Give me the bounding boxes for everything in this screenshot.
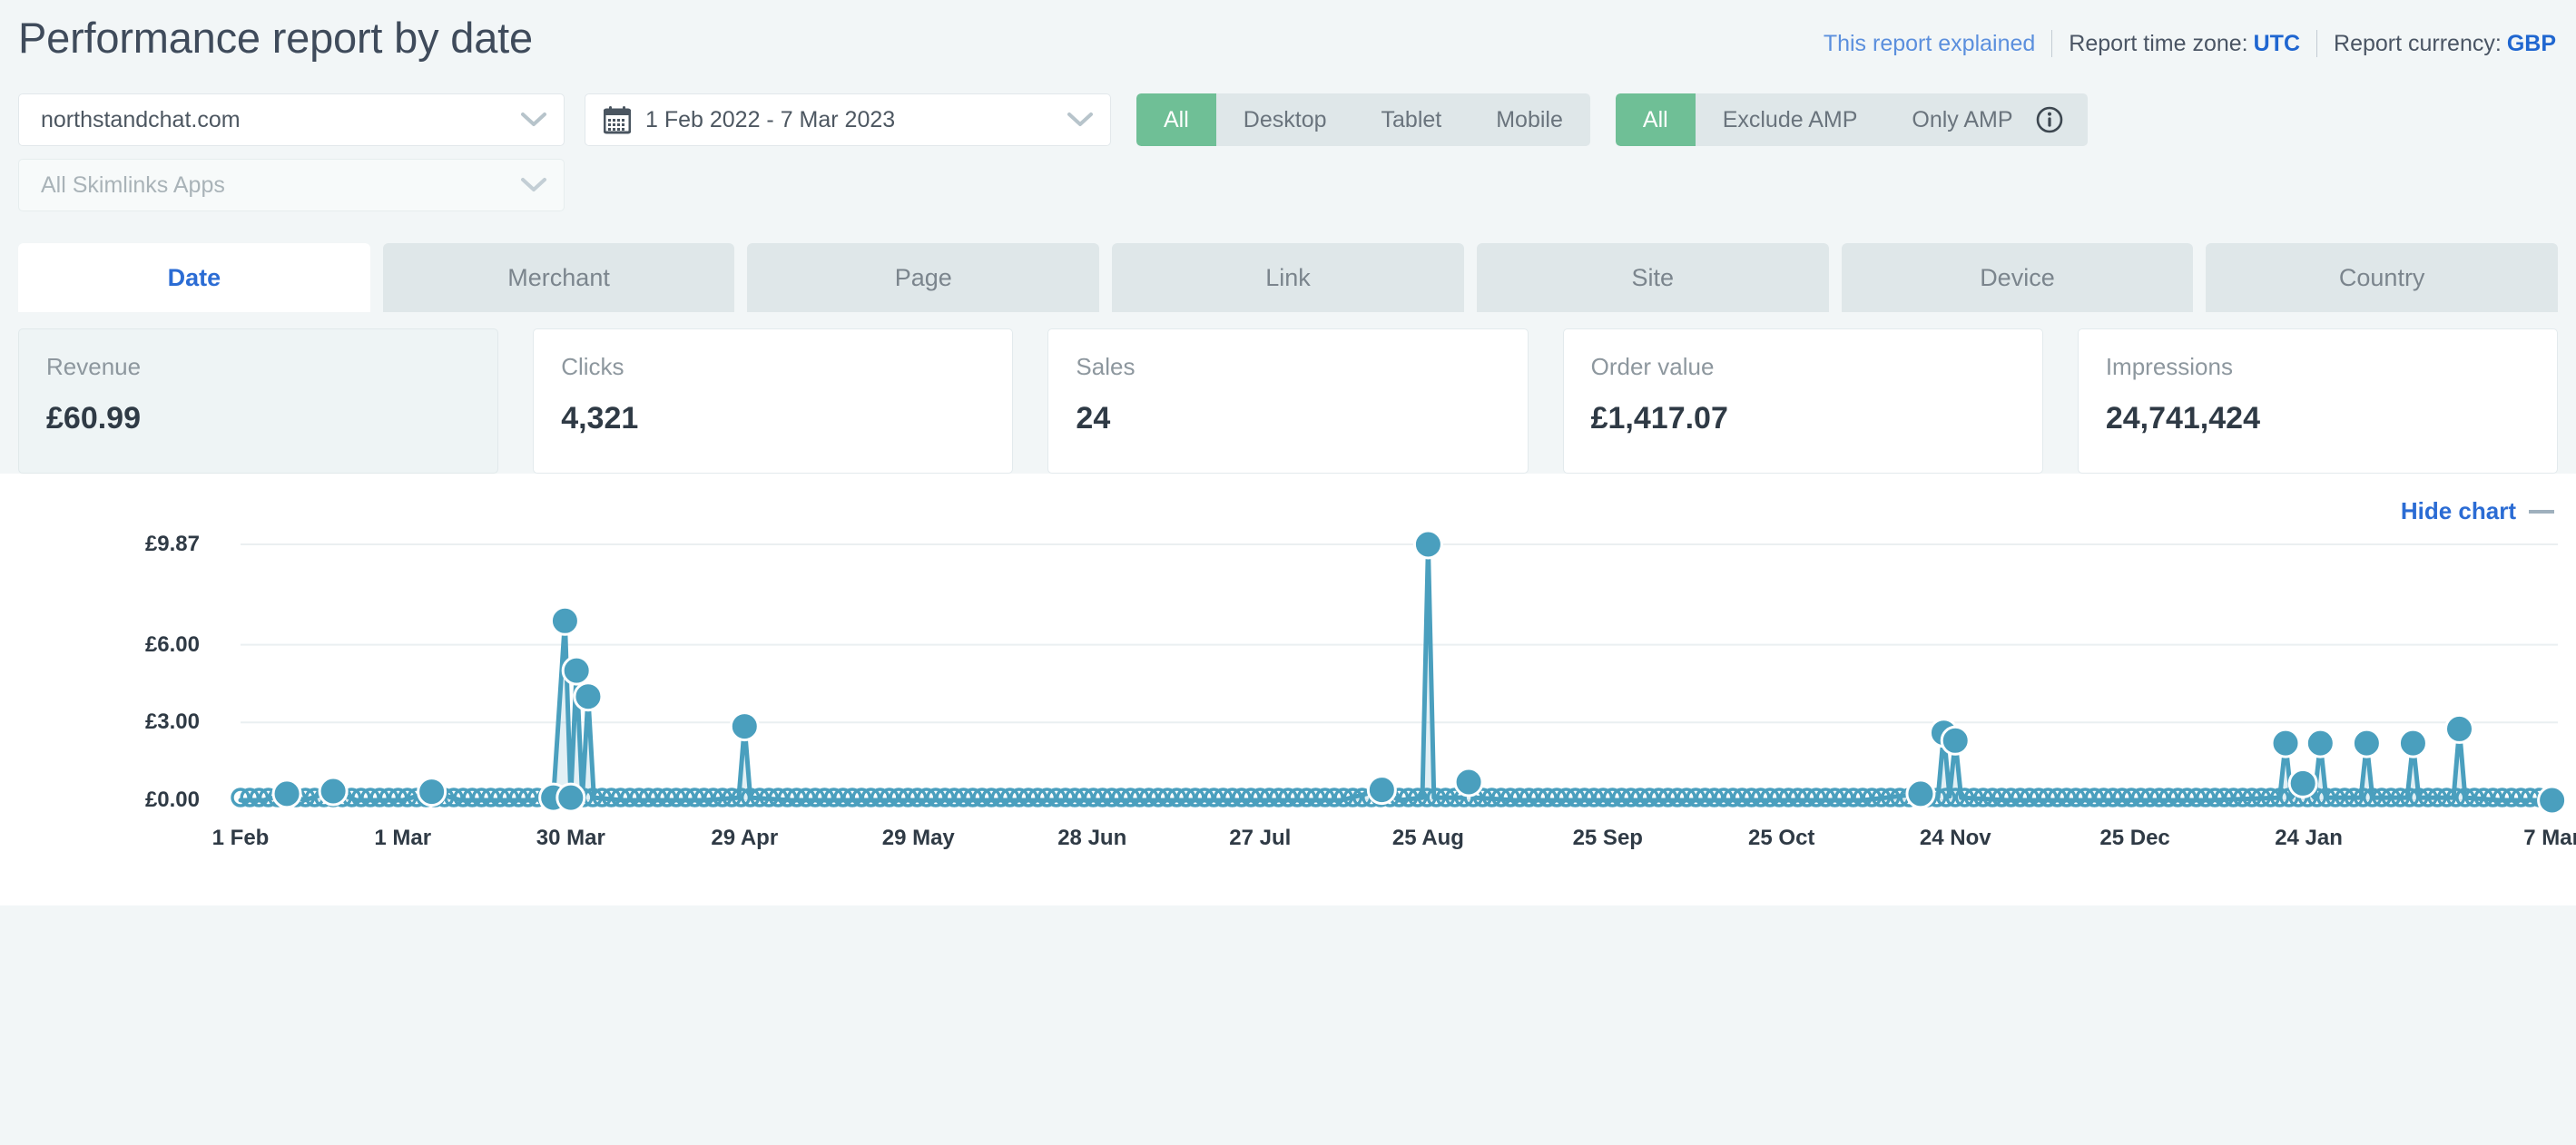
device-filter-tablet[interactable]: Tablet: [1354, 93, 1470, 146]
y-axis-tick-label: £6.00: [144, 631, 200, 657]
date-range-picker[interactable]: 1 Feb 2022 - 7 Mar 2023: [585, 93, 1111, 146]
device-filter-all[interactable]: All: [1136, 93, 1216, 146]
chevron-down-icon: [1067, 112, 1094, 128]
site-select-value: northstandchat.com: [41, 106, 241, 132]
skimlinks-apps-value: All Skimlinks Apps: [41, 171, 225, 198]
metric-value: £1,417.07: [1590, 401, 1728, 435]
x-axis-tick-label: 1 Feb: [211, 826, 270, 850]
info-icon[interactable]: [2035, 105, 2064, 134]
tab-date[interactable]: Date: [18, 243, 370, 312]
chevron-down-icon: [520, 177, 547, 193]
tab-device[interactable]: Device: [1841, 243, 2194, 312]
date-range-value: 1 Feb 2022 - 7 Mar 2023: [645, 106, 896, 132]
amp-filter-group: All Exclude AMP Only AMP: [1615, 93, 2088, 146]
report-time-zone-label: Report time zone:: [2069, 30, 2248, 56]
tab-site[interactable]: Site: [1476, 243, 1829, 312]
amp-info-wrapper[interactable]: [2020, 93, 2088, 146]
divider: [2051, 30, 2053, 57]
y-axis-tick-label: £9.87: [144, 532, 200, 556]
metric-label: Impressions: [2105, 353, 2233, 380]
x-axis-tick-label: 27 Jul: [1229, 826, 1292, 850]
metric-label: Revenue: [46, 353, 142, 380]
device-filter-group: All Desktop Tablet Mobile: [1136, 93, 1590, 146]
metric-value: 4,321: [561, 401, 639, 435]
tab-link[interactable]: Link: [1112, 243, 1464, 312]
page-title: Performance report by date: [18, 14, 533, 62]
filter-row-primary: northstandchat.com 1 Feb 2022 - 7 Mar 20…: [18, 87, 2558, 152]
device-filter-desktop[interactable]: Desktop: [1216, 93, 1354, 146]
skimlinks-apps-select[interactable]: All Skimlinks Apps: [18, 159, 565, 211]
x-axis-tick-label: 24 Nov: [1919, 826, 1991, 850]
metric-label: Sales: [1076, 353, 1136, 380]
revenue-chart[interactable]: £0.00 £3.00 £6.00 £9.87 1 Feb 1 Mar 30 Mar 29 …: [0, 528, 2576, 855]
x-axis-tick-label: 1 Mar: [374, 826, 432, 850]
metric-label: Order value: [1590, 353, 1715, 380]
metric-card-order-value[interactable]: Order value £1,417.07: [1562, 328, 2043, 474]
x-axis-tick-label: 7 Mar: [2523, 826, 2576, 850]
amp-filter-only[interactable]: Only AMP: [1884, 93, 2020, 146]
x-axis-tick-label: 28 Jun: [1057, 826, 1127, 850]
metric-card-impressions[interactable]: Impressions 24,741,424: [2077, 328, 2559, 474]
hide-chart-toggle[interactable]: Hide chart: [2401, 497, 2554, 525]
report-tabs: Date Merchant Page Link Site Device Coun…: [0, 243, 2576, 312]
amp-filter-exclude[interactable]: Exclude AMP: [1696, 93, 1885, 146]
metric-value: 24,741,424: [2105, 401, 2260, 435]
filter-row-secondary: All Skimlinks Apps: [18, 152, 2558, 218]
x-axis-tick-label: 29 May: [881, 826, 955, 850]
metric-cards: Revenue £60.99 Clicks 4,321 Sales 24 Ord…: [0, 328, 2576, 474]
divider: [2316, 30, 2318, 57]
hide-chart-label: Hide chart: [2400, 497, 2516, 524]
chart-section: Hide chart £0.00 £3.00 £6.00 £9.87 1 Feb 1 M…: [0, 474, 2576, 905]
x-axis-tick-label: 25 Sep: [1572, 826, 1643, 850]
report-time-zone: Report time zone: UTC: [2069, 31, 2300, 57]
this-report-explained-link[interactable]: This report explained: [1824, 31, 2035, 57]
metric-value: 24: [1076, 401, 1111, 435]
x-axis-tick-label: 25 Dec: [2099, 826, 2170, 850]
report-time-zone-value[interactable]: UTC: [2254, 31, 2300, 57]
metric-card-clicks[interactable]: Clicks 4,321: [533, 328, 1014, 474]
minus-icon: [2529, 509, 2554, 514]
chevron-down-icon: [520, 112, 547, 128]
site-select[interactable]: northstandchat.com: [18, 93, 565, 146]
chart-x-axis: 1 Feb 1 Mar 30 Mar 29 Apr 29 May 28 Jun 27 Jul…: [0, 807, 2576, 855]
x-axis-tick-label: 25 Oct: [1748, 826, 1815, 850]
device-filter-mobile[interactable]: Mobile: [1469, 93, 1590, 146]
header-links: This report explained Report time zone: …: [1824, 30, 2556, 57]
chart-canvas: [231, 529, 2568, 816]
tab-merchant[interactable]: Merchant: [382, 243, 735, 312]
metric-card-revenue[interactable]: Revenue £60.99: [18, 328, 499, 474]
tab-country[interactable]: Country: [2206, 243, 2559, 312]
filters-section: northstandchat.com 1 Feb 2022 - 7 Mar 20…: [0, 87, 2576, 218]
x-axis-tick-label: 30 Mar: [536, 826, 605, 850]
report-currency: Report currency: GBP: [2334, 31, 2556, 57]
page-header: Performance report by date This report e…: [0, 0, 2576, 87]
report-currency-value[interactable]: GBP: [2507, 31, 2556, 57]
metric-card-sales[interactable]: Sales 24: [1047, 328, 1529, 474]
calendar-icon: [603, 105, 632, 134]
x-axis-tick-label: 25 Aug: [1391, 826, 1464, 850]
metric-value: £60.99: [46, 401, 141, 435]
x-axis-tick-label: 29 Apr: [711, 826, 779, 850]
amp-filter-all[interactable]: All: [1615, 93, 1696, 146]
x-axis-tick-label: 24 Jan: [2275, 826, 2343, 850]
tab-page[interactable]: Page: [747, 243, 1100, 312]
y-axis-tick-label: £3.00: [144, 710, 200, 735]
report-currency-label: Report currency:: [2334, 30, 2502, 56]
metric-label: Clicks: [561, 353, 624, 380]
